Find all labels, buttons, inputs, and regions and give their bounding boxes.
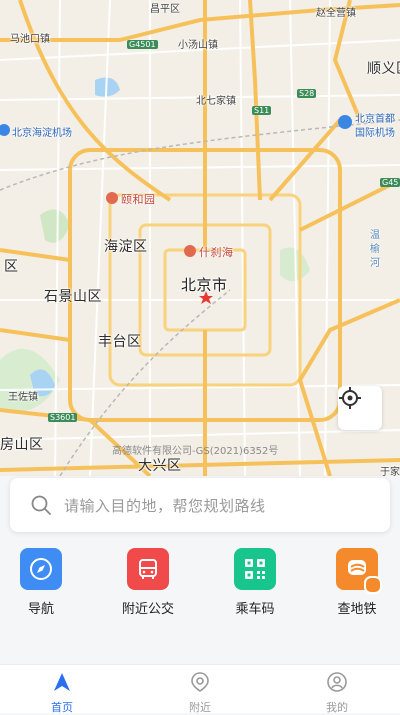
map-label-shijingshan: 石景山区 xyxy=(44,289,102,305)
navigation-arrow-icon xyxy=(54,673,70,691)
map-label-zhaoquanying: 赵全营镇 xyxy=(316,8,356,19)
map-label-wen: 温 xyxy=(370,230,380,241)
map-copyright: 高德软件有限公司-GS(2021)6352号 xyxy=(112,446,279,457)
map-label-fengtai: 丰台区 xyxy=(98,334,142,350)
map-label-fangshan: 房山区 xyxy=(0,437,44,453)
map-label-yujia: 于家 xyxy=(380,467,400,476)
map-label-capital-airport-1: 北京首都 xyxy=(355,114,395,125)
search-icon xyxy=(31,495,51,515)
bus-icon xyxy=(127,548,169,590)
bottom-tab-bar: 首页 附近 我的 xyxy=(0,664,400,715)
map-label-beiqijia: 北七家镇 xyxy=(196,96,236,107)
map-label-machikou: 马池口镇 xyxy=(10,34,50,45)
play-badge-icon xyxy=(364,576,382,594)
tab-label: 附近 xyxy=(189,701,211,714)
map-label-daxing: 大兴区 xyxy=(138,458,182,474)
quick-action-navigate[interactable]: 导航 xyxy=(1,548,81,617)
qr-code-icon xyxy=(234,548,276,590)
location-pin-icon xyxy=(191,672,209,692)
search-placeholder: 请输入目的地，帮您规划路线 xyxy=(64,496,266,515)
crosshair-icon xyxy=(339,387,361,409)
map-label-he: 河 xyxy=(370,258,380,269)
map-label-yiheyuan: 颐和园 xyxy=(121,193,156,206)
user-icon xyxy=(327,672,347,692)
map-label-yu: 榆 xyxy=(370,244,380,255)
map-label-xiaotangshan: 小汤山镇 xyxy=(178,40,218,51)
map-label-shichahai: 什刹海 xyxy=(199,246,234,259)
road-shield-s3601: S3601 xyxy=(48,413,78,422)
tab-me[interactable]: 我的 xyxy=(302,671,372,715)
map-label-changping: 昌平区 xyxy=(150,4,180,15)
quick-action-label: 导航 xyxy=(27,602,54,617)
road-shield-s11: S11 xyxy=(252,106,272,115)
quick-action-subway[interactable]: 查地铁 xyxy=(317,548,397,617)
map-label-qu-left: 区 xyxy=(4,259,19,275)
compass-icon xyxy=(20,548,62,590)
tab-label: 我的 xyxy=(326,701,348,714)
quick-action-label: 附近公交 xyxy=(121,602,174,617)
quick-action-nearby-bus[interactable]: 附近公交 xyxy=(108,548,188,617)
road-shield-s28: S28 xyxy=(297,89,317,98)
tab-label: 首页 xyxy=(51,701,73,714)
destination-search-input[interactable]: 请输入目的地，帮您规划路线 xyxy=(10,478,390,532)
quick-action-label: 查地铁 xyxy=(337,602,377,617)
map-label-capital-airport-2: 国际机场 xyxy=(355,128,395,139)
quick-action-ride-code[interactable]: 乘车码 xyxy=(215,548,295,617)
map-label-haidian-airport: 北京海淀机场 xyxy=(12,128,72,139)
locate-me-button[interactable] xyxy=(338,386,382,430)
map-view[interactable]: 海淀区 石景山区 丰台区 大兴区 房山区 北京市 顺义区 区 颐和园 什刹海 北… xyxy=(0,0,400,476)
map-label-shunyi: 顺义区 xyxy=(367,61,400,77)
tab-home[interactable]: 首页 xyxy=(27,671,97,715)
road-shield-g45: G45 xyxy=(380,178,400,187)
quick-action-label: 乘车码 xyxy=(235,602,275,617)
map-label-beijing: 北京市 xyxy=(181,276,228,294)
tab-nearby[interactable]: 附近 xyxy=(165,671,235,715)
map-label-haidian: 海淀区 xyxy=(104,239,148,255)
subway-icon xyxy=(336,548,382,594)
road-shield-g4501: G4501 xyxy=(127,40,158,49)
map-label-wangzuo: 王佐镇 xyxy=(8,392,38,403)
